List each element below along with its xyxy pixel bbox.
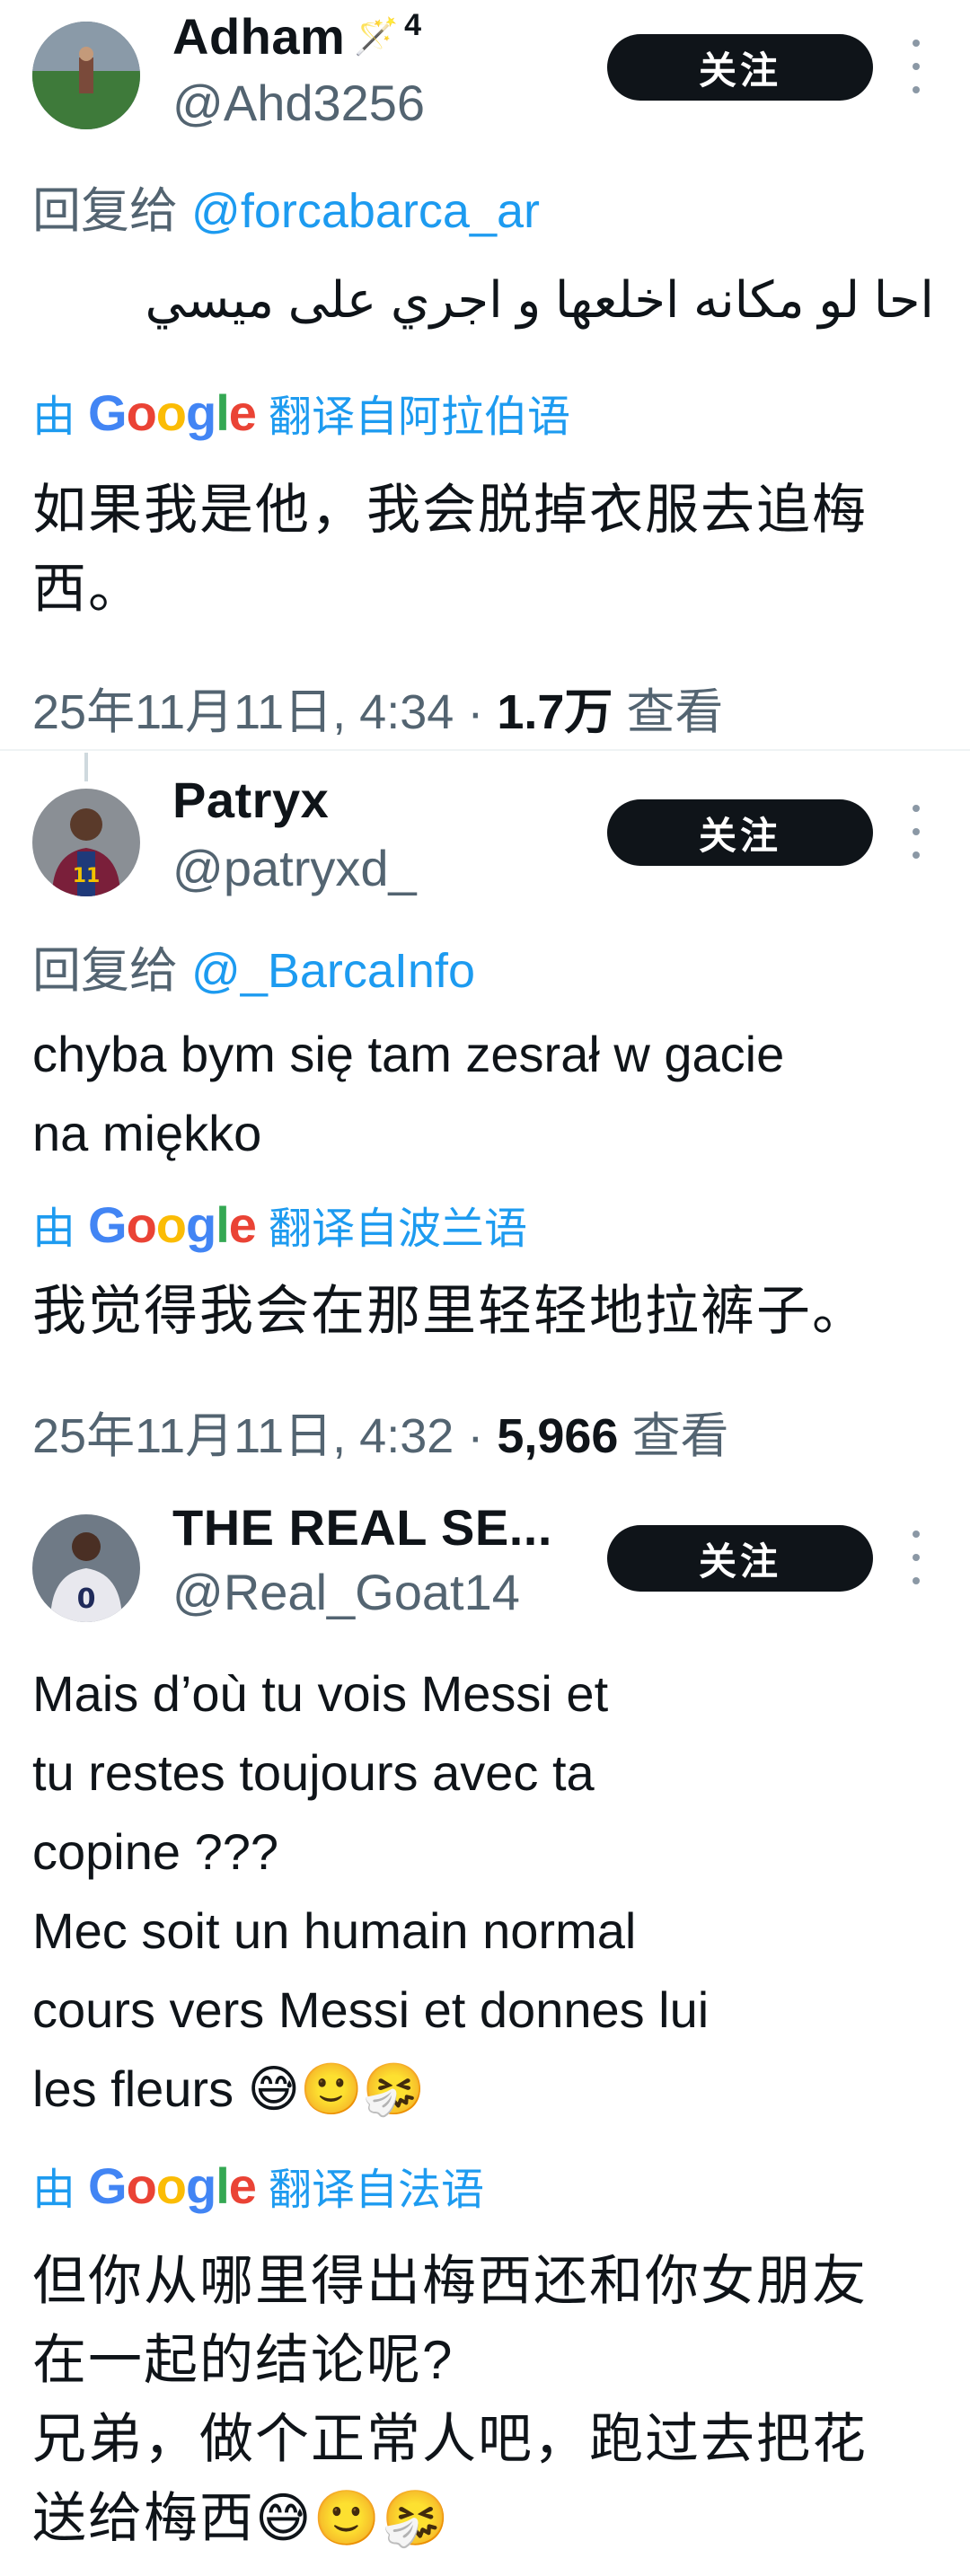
- svg-text:0: 0: [77, 1584, 96, 1615]
- translated-text: 如果我是他，我会脱掉衣服去追梅西。: [32, 480, 868, 619]
- avatar-jersey-image: 0: [32, 1514, 140, 1622]
- follow-button[interactable]: 关注: [607, 799, 873, 866]
- user-handle[interactable]: @Ahd3256: [172, 74, 425, 132]
- reply-to-line: 回复给 @forcabarca_ar: [32, 171, 540, 242]
- translate-source-label: 翻译自阿拉伯语: [268, 393, 570, 441]
- translate-prefix: 由: [32, 393, 76, 441]
- translation-attribution[interactable]: 由 Google 翻译自阿拉伯语: [32, 381, 570, 444]
- views-count: 5,966: [497, 1409, 619, 1463]
- tweet-patryx[interactable]: 11 Patryx @patryxd_ 关注 回复给 @_BarcaInfo c…: [0, 753, 970, 1487]
- avatar[interactable]: 0: [32, 1514, 140, 1622]
- display-name[interactable]: THE REAL SE...: [172, 1498, 552, 1557]
- reply-prefix: 回复给: [32, 184, 178, 238]
- tweet-text: Mais d’où tu vois Messi et tu restes tou…: [32, 1665, 710, 2117]
- views-count: 1.7万: [497, 685, 613, 739]
- views-label: 查看: [626, 685, 724, 739]
- avatar[interactable]: [32, 22, 140, 129]
- tweet-date[interactable]: 25年11月11日, 4:34: [32, 685, 454, 739]
- user-handle[interactable]: @Real_Goat14: [172, 1563, 520, 1621]
- display-name[interactable]: Adham: [172, 7, 345, 66]
- user-handle[interactable]: @patryxd_: [172, 839, 417, 897]
- reply-to-line: 回复给 @_BarcaInfo: [32, 931, 475, 1001]
- translated-text: 但你从哪里得出梅西还和你女朋友 在一起的结论呢? 兄弟，做个正常人吧，跑过去把花…: [32, 2251, 868, 2548]
- magic-wand-icon: 🪄: [354, 17, 400, 57]
- translation-attribution[interactable]: 由 Google 翻译自波兰语: [32, 1193, 527, 1256]
- translation-attribution[interactable]: 由 Google 翻译自法语: [32, 2154, 484, 2217]
- translate-source-label: 翻译自法语: [268, 2166, 484, 2214]
- reply-prefix: 回复给: [32, 944, 178, 998]
- tweet-real-goat[interactable]: 0 THE REAL SE... @Real_Goat14 关注 Mais d’…: [0, 1487, 970, 2576]
- badge-count: 4: [404, 8, 422, 42]
- tweet-date[interactable]: 25年11月11日, 4:32: [32, 1409, 454, 1463]
- separator-dot: ·: [467, 685, 498, 739]
- more-options-icon[interactable]: [905, 1531, 927, 1584]
- divider: [0, 749, 970, 751]
- translate-prefix: 由: [32, 1205, 76, 1253]
- google-logo: Google: [88, 2157, 257, 2214]
- google-logo: Google: [88, 1195, 257, 1253]
- separator-dot: ·: [467, 1409, 498, 1463]
- follow-button[interactable]: 关注: [607, 34, 873, 101]
- tweet-meta: 25年11月11日, 4:34 · 1.7万 查看: [32, 672, 723, 743]
- views-label: 查看: [631, 1409, 729, 1463]
- follow-button[interactable]: 关注: [607, 1525, 873, 1592]
- more-options-icon[interactable]: [905, 40, 927, 93]
- avatar-player-image: 11: [32, 789, 140, 896]
- svg-text:11: 11: [73, 865, 101, 887]
- translated-text: 我觉得我会在那里轻轻地拉裤子。: [32, 1281, 868, 1341]
- tweet-text: chyba bym się tam zesrał w gacie na mięk…: [32, 1026, 798, 1161]
- display-name[interactable]: Patryx: [172, 771, 329, 829]
- avatar-stadium-image: [32, 22, 140, 129]
- avatar[interactable]: 11: [32, 789, 140, 896]
- reply-mention-link[interactable]: @forcabarca_ar: [191, 184, 540, 238]
- translate-prefix: 由: [32, 2166, 76, 2214]
- tweet-meta: 25年11月11日, 4:32 · 5,966 查看: [32, 1396, 728, 1467]
- reply-mention-link[interactable]: @_BarcaInfo: [191, 944, 475, 998]
- google-logo: Google: [88, 384, 257, 441]
- more-options-icon[interactable]: [905, 805, 927, 859]
- tweet-text: احا لو مكانه اخلعها و اجري على ميسي: [145, 271, 934, 328]
- tweet-adham[interactable]: Adham 🪄 4 @Ahd3256 关注 回复给 @forcabarca_ar…: [0, 0, 970, 753]
- translate-source-label: 翻译自波兰语: [268, 1205, 527, 1253]
- badge: 🪄 4: [354, 8, 421, 57]
